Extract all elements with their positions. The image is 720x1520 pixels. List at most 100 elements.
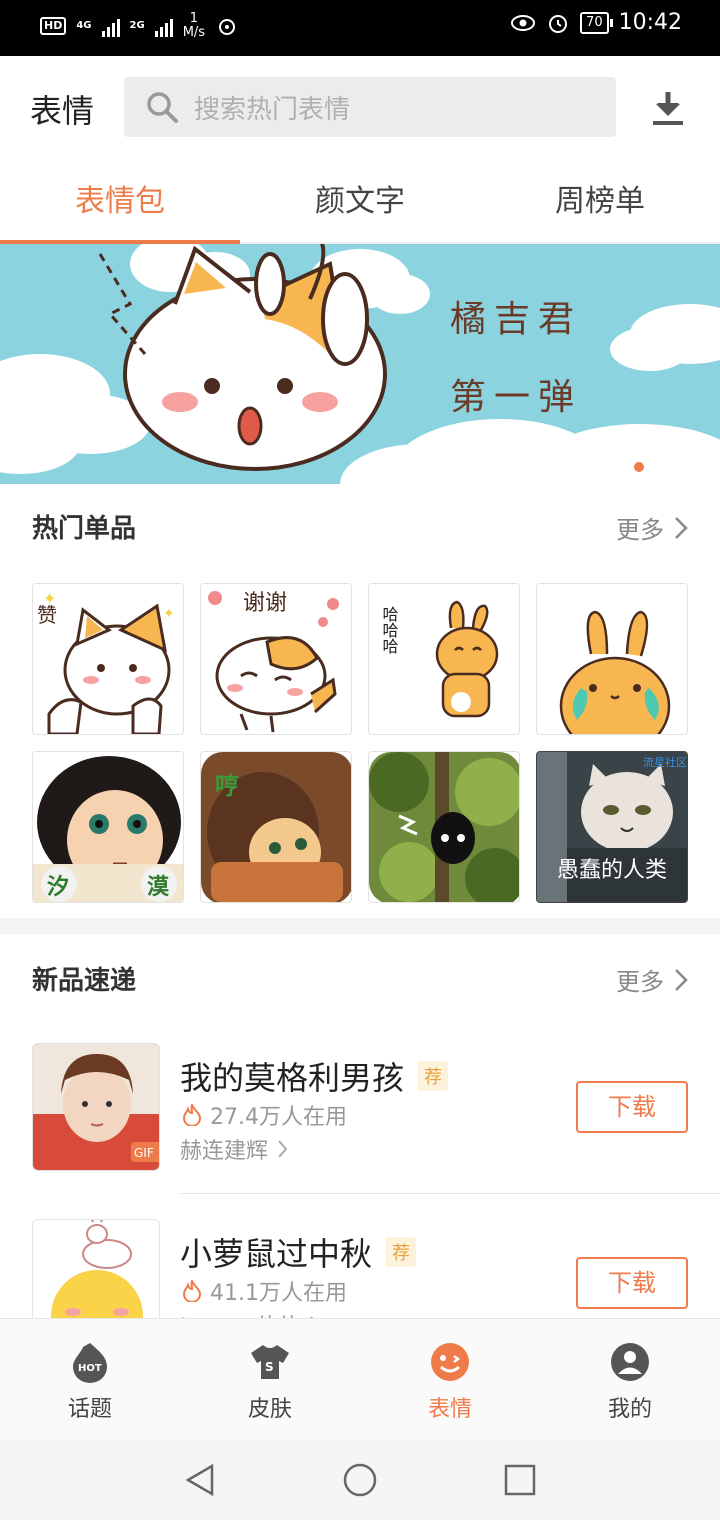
tab-bar: 表情包 颜文字 周榜单 xyxy=(0,160,720,244)
search-input[interactable]: 搜索热门表情 xyxy=(124,77,616,137)
smile-icon xyxy=(431,1343,469,1381)
search-placeholder: 搜索热门表情 xyxy=(194,94,351,125)
pack-title: 小萝鼠过中秋 xyxy=(180,1235,373,1273)
more-label: 更多 xyxy=(616,516,664,544)
pager-dot xyxy=(658,462,668,472)
promo-banner[interactable]: 橘吉君 第一弹 xyxy=(0,244,720,484)
pack-thumbnail: GIF xyxy=(32,1043,160,1171)
sticker-art: 哈哈哈 xyxy=(380,600,499,718)
search-icon xyxy=(147,92,178,123)
sticker-girl-hug[interactable]: 哼 xyxy=(200,751,352,903)
system-navigation-bar xyxy=(0,1440,720,1520)
chevron-right-icon xyxy=(675,516,688,539)
author-name: 赫连建辉 xyxy=(180,1139,269,1164)
recommend-badge: 荐 xyxy=(418,1061,449,1091)
banner-illustration xyxy=(0,244,720,484)
chevron-right-icon xyxy=(278,1140,288,1158)
banner-subtitle: 第一弹 xyxy=(450,377,583,418)
pager-dot xyxy=(682,462,692,472)
network-4g: 4G xyxy=(76,20,92,31)
svg-text:汐: 汐 xyxy=(47,874,69,900)
recents-icon[interactable] xyxy=(502,1462,538,1498)
signal-icon xyxy=(101,15,120,37)
chevron-right-icon xyxy=(675,968,688,991)
shirt-icon: S xyxy=(251,1345,289,1379)
sticker-art xyxy=(559,610,671,734)
svg-text:漠: 漠 xyxy=(147,875,170,900)
recommend-badge: 荐 xyxy=(386,1237,417,1267)
download-button[interactable]: 下载 xyxy=(576,1081,688,1133)
user-count: 27.4万人在用 xyxy=(182,1099,347,1131)
svg-text:S: S xyxy=(265,1360,274,1374)
back-icon[interactable] xyxy=(182,1462,218,1498)
list-item[interactable]: GIF 我的莫格利男孩 荐 27.4万人在用 赫连建辉 下载 xyxy=(0,1043,720,1219)
svg-text:✦: ✦ xyxy=(163,606,175,622)
download-button[interactable]: 下载 xyxy=(576,1257,688,1309)
sticker-grumpy-cat[interactable]: 流星社区 愚蠢的人类 xyxy=(536,751,688,903)
new-section-header: 新品速递 更多 xyxy=(0,936,720,1022)
pack-name: 小萝鼠过中秋 荐 xyxy=(180,1229,417,1275)
more-link[interactable]: 更多 xyxy=(616,510,688,545)
nav-label: 表情 xyxy=(427,1397,472,1422)
signal-icon-2 xyxy=(154,15,173,37)
fire-icon xyxy=(182,1104,202,1126)
alarm-icon xyxy=(549,14,568,33)
gif-badge: GIF xyxy=(134,1146,154,1160)
sticker-rabbit-laugh[interactable]: 哈哈哈 xyxy=(368,583,520,735)
banner-title: 橘吉君 xyxy=(450,299,583,340)
author-link[interactable]: 赫连建辉 xyxy=(180,1133,288,1165)
page-title: 表情 xyxy=(30,92,95,130)
sticker-watermark: 流星社区 xyxy=(643,756,687,769)
sticker-art: 赞 ✦✦ xyxy=(37,589,175,734)
hd-indicator: HD xyxy=(40,17,67,35)
hot-section-header: 热门单品 更多 xyxy=(0,484,720,570)
section-title: 新品速递 xyxy=(32,966,137,996)
tab-stickers[interactable]: 表情包 xyxy=(0,160,240,244)
user-icon xyxy=(611,1343,649,1381)
bottom-navigation: HOT 话题 S 皮肤 表情 我的 xyxy=(0,1318,720,1440)
home-icon[interactable] xyxy=(342,1462,378,1498)
pager-dot xyxy=(634,462,644,472)
section-title: 热门单品 xyxy=(32,514,137,544)
sticker-caption: 哼 xyxy=(215,772,239,800)
clock: 10:42 xyxy=(618,10,682,35)
app-notification-icon xyxy=(219,19,236,35)
battery-indicator: 70 xyxy=(580,11,613,34)
sticker-art: 谢谢 xyxy=(208,591,339,733)
thumbnail-art: GIF xyxy=(33,1044,159,1170)
banner-pager xyxy=(634,462,692,472)
sticker-caption: 愚蠢的人类 xyxy=(556,858,667,883)
hot-icon: HOT xyxy=(73,1343,107,1383)
nav-label: 我的 xyxy=(607,1397,652,1422)
nav-label: 皮肤 xyxy=(247,1397,292,1422)
section-divider xyxy=(0,918,720,934)
nav-skins[interactable]: S 皮肤 xyxy=(180,1319,360,1440)
svg-text:HOT: HOT xyxy=(78,1363,102,1374)
sticker-caption: 哈哈哈 xyxy=(380,606,399,654)
user-count-text: 41.1万人在用 xyxy=(210,1281,347,1306)
nav-profile[interactable]: 我的 xyxy=(540,1319,720,1440)
download-icon[interactable] xyxy=(648,88,688,128)
sticker-black-cat-forest[interactable] xyxy=(368,751,520,903)
sticker-girl-dumbfounded[interactable]: 汐 漠 xyxy=(32,751,184,903)
sticker-rabbit-cry[interactable] xyxy=(536,583,688,735)
more-label: 更多 xyxy=(616,968,664,996)
sticker-art: 汐 漠 xyxy=(33,752,183,902)
pack-name: 我的莫格利男孩 荐 xyxy=(180,1053,449,1099)
tab-kaomoji[interactable]: 颜文字 xyxy=(240,160,480,242)
fire-icon xyxy=(182,1280,202,1302)
net-speed: 1 M/s xyxy=(182,11,206,40)
sticker-art xyxy=(369,752,519,902)
svg-text:✦: ✦ xyxy=(43,589,56,608)
more-link[interactable]: 更多 xyxy=(616,962,688,997)
sticker-cat-thumbs-up[interactable]: 赞 ✦ ✦ xyxy=(32,583,184,735)
nav-topics[interactable]: HOT 话题 xyxy=(0,1319,180,1440)
row-divider xyxy=(180,1193,720,1194)
status-bar: HD 4G 2G 1 M/s 70 10:42 xyxy=(0,0,720,56)
nav-label: 话题 xyxy=(67,1397,112,1422)
nav-stickers[interactable]: 表情 xyxy=(360,1319,540,1440)
sticker-cat-thank-you[interactable]: 谢谢 xyxy=(200,583,352,735)
tab-weekly-ranking[interactable]: 周榜单 xyxy=(480,160,720,242)
sticker-art: 哼 xyxy=(201,752,351,902)
eye-icon xyxy=(511,14,536,31)
